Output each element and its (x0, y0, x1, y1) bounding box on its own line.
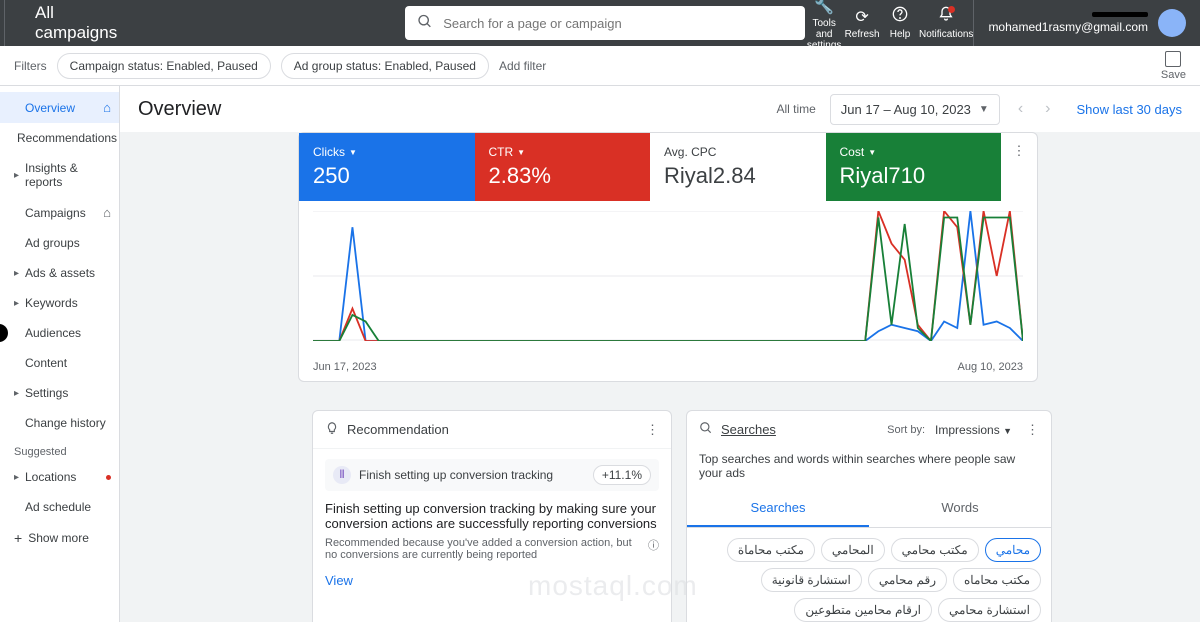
search-chip[interactable]: المحامي (821, 538, 885, 562)
sidebar-item-changehistory[interactable]: Change history (0, 408, 119, 438)
sidebar-item-adschedule[interactable]: Ad schedule (0, 492, 119, 522)
date-prev-button[interactable]: ‹ (1014, 100, 1027, 118)
recommendation-card: Recommendation ⋮ ⦀ Finish setting up con… (312, 410, 672, 622)
search-chip[interactable]: مكتب محامي (891, 538, 979, 562)
sidebar-item-insights[interactable]: ▸Insights & reports (0, 153, 119, 197)
chart-date-start: Jun 17, 2023 (313, 361, 377, 373)
indicator-dot (0, 324, 8, 342)
search-chip[interactable]: مكتب محاماة (727, 538, 815, 562)
home-icon: ⌂ (103, 205, 111, 220)
searches-description: Top searches and words within searches w… (687, 448, 1051, 490)
notifications-button[interactable]: Notifications (919, 0, 973, 46)
chevron-down-icon: ▼ (979, 104, 989, 115)
date-range-picker[interactable]: Jun 17 – Aug 10, 2023 ▼ (830, 94, 1000, 125)
chevron-down-icon: ▼ (868, 148, 876, 157)
metrics-line-chart (313, 211, 1023, 341)
home-icon: ⌂ (103, 100, 111, 115)
refresh-icon: ⟳ (855, 7, 868, 27)
help-icon (892, 6, 908, 27)
sidebar-show-more[interactable]: +Show more (0, 522, 119, 554)
sidebar-item-locations[interactable]: ▸Locations (0, 462, 119, 492)
metrics-card: Clicks▼ 250 CTR▼ 2.83% Avg. CPC Riyal2.8… (298, 132, 1038, 382)
search-input[interactable] (405, 6, 805, 40)
reco-body-text: Finish setting up conversion tracking by… (325, 501, 659, 531)
search-chip[interactable]: رقم محامي (868, 568, 947, 592)
filter-chip-campaign-status[interactable]: Campaign status: Enabled, Paused (57, 53, 271, 79)
save-icon (1165, 51, 1181, 67)
save-button[interactable]: Save (1161, 51, 1186, 81)
searches-heading[interactable]: Searches (721, 422, 776, 437)
searches-card: Searches Sort by: Impressions ▼ ⋮ Top se… (686, 410, 1052, 622)
sidebar-item-keywords[interactable]: ▸Keywords (0, 288, 119, 318)
account-menu[interactable]: mohamed1rasmy@gmail.com (973, 0, 1200, 46)
sidebar-item-adsassets[interactable]: ▸Ads & assets (0, 258, 119, 288)
wrench-icon: 🔧 (814, 0, 834, 16)
page-title: Overview (138, 98, 221, 121)
sidebar-item-adgroups[interactable]: Ad groups (0, 228, 119, 258)
account-name-redacted (1092, 12, 1148, 17)
card-menu-button[interactable]: ⋮ (646, 422, 659, 438)
account-email: mohamed1rasmy@gmail.com (988, 20, 1148, 34)
search-chip[interactable]: مكتب محاماه (953, 568, 1041, 592)
sidebar-heading-suggested: Suggested (0, 438, 119, 462)
sidebar-item-campaigns[interactable]: Campaigns ⌂ (0, 197, 119, 228)
chevron-right-icon: ▸ (14, 170, 22, 181)
page-context-title: All campaigns (4, 0, 135, 46)
chevron-right-icon: ▸ (14, 472, 22, 483)
chart-icon: ⦀ (333, 466, 351, 484)
filters-label: Filters (14, 59, 47, 73)
metric-cost[interactable]: Cost▼ Riyal710 (826, 133, 1002, 201)
metric-clicks[interactable]: Clicks▼ 250 (299, 133, 475, 201)
date-next-button[interactable]: › (1041, 100, 1054, 118)
search-chip[interactable]: استشارة قانونية (761, 568, 862, 592)
metrics-menu-button[interactable]: ⋮ (1001, 133, 1037, 201)
alert-dot (106, 475, 111, 480)
chevron-down-icon: ▼ (517, 148, 525, 157)
sort-dropdown[interactable]: Impressions ▼ (935, 423, 1012, 437)
refresh-button[interactable]: ⟳ Refresh (843, 0, 881, 46)
help-button[interactable]: Help (881, 0, 919, 46)
tools-settings-button[interactable]: 🔧 Tools and settings (805, 0, 843, 46)
metric-cpc[interactable]: Avg. CPC Riyal2.84 (650, 133, 826, 201)
sidebar-item-settings[interactable]: ▸Settings (0, 378, 119, 408)
chevron-right-icon: ▸ (14, 268, 22, 279)
lightbulb-icon (325, 421, 339, 438)
search-chip[interactable]: استشارة محامي (938, 598, 1041, 622)
search-icon (417, 14, 433, 33)
filter-chip-adgroup-status[interactable]: Ad group status: Enabled, Paused (281, 53, 489, 79)
chevron-right-icon: ▸ (14, 298, 22, 309)
search-chip[interactable]: ارقام محامين متطوعين (794, 598, 932, 622)
reco-uplift-badge: +11.1% (593, 465, 651, 485)
reco-caption: Recommended because you've added a conve… (325, 537, 644, 561)
card-menu-button[interactable]: ⋮ (1026, 422, 1039, 438)
search-icon (699, 421, 713, 438)
chevron-down-icon: ▼ (349, 148, 357, 157)
sidebar-item-overview[interactable]: Overview ⌂ (0, 92, 119, 123)
show-last-30-link[interactable]: Show last 30 days (1076, 102, 1182, 117)
search-chips-container: محاميمكتب محاميالمحاميمكتب محاماة مكتب مح… (687, 528, 1051, 622)
sidebar-item-recommendations[interactable]: Recommendations (0, 123, 119, 153)
chevron-down-icon: ▼ (1003, 426, 1012, 436)
sidebar-item-audiences[interactable]: Audiences (0, 318, 119, 348)
avatar[interactable] (1158, 9, 1186, 37)
chevron-right-icon: ▸ (14, 388, 22, 399)
reco-view-link[interactable]: View (325, 573, 659, 588)
add-filter-button[interactable]: Add filter (499, 59, 546, 73)
tab-words[interactable]: Words (869, 490, 1051, 527)
chart-date-end: Aug 10, 2023 (958, 361, 1023, 373)
plus-icon: + (14, 530, 22, 546)
sort-label: Sort by: (887, 424, 925, 436)
info-icon[interactable]: ⓘ (648, 537, 659, 553)
sidebar: Overview ⌂ Recommendations ▸Insights & r… (0, 86, 120, 622)
tab-searches[interactable]: Searches (687, 490, 869, 527)
notification-dot (948, 6, 955, 13)
sidebar-item-content[interactable]: Content (0, 348, 119, 378)
metric-ctr[interactable]: CTR▼ 2.83% (475, 133, 651, 201)
reco-banner-text: Finish setting up conversion tracking (359, 468, 553, 482)
search-chip[interactable]: محامي (985, 538, 1041, 562)
time-scope-label: All time (776, 102, 815, 116)
